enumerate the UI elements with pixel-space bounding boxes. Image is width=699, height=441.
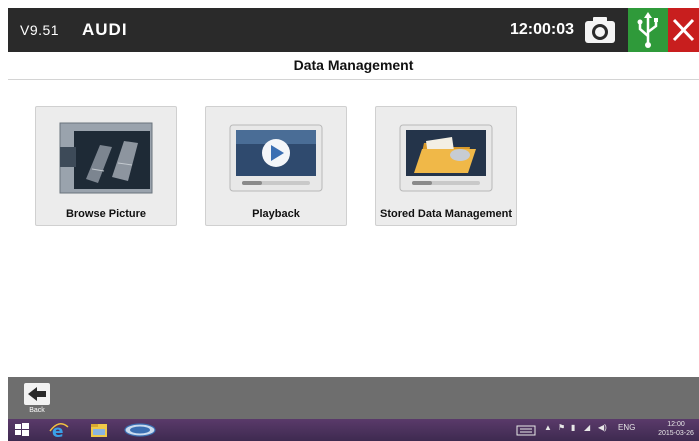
keyboard-button[interactable] — [515, 421, 537, 439]
battery-icon[interactable]: ▮ — [571, 423, 575, 432]
taskbar-clock[interactable]: 12:00 2015-03-26 — [656, 420, 696, 438]
browse-picture-tile[interactable]: Browse Picture — [35, 106, 177, 226]
folder-icon — [91, 424, 107, 437]
stored-data-management-tile[interactable]: Stored Data Management — [375, 106, 517, 226]
browse-picture-icon — [59, 122, 153, 194]
taskbar-date: 2015-03-26 — [658, 430, 694, 437]
page-title: Data Management — [293, 57, 414, 73]
back-button[interactable]: Back — [20, 380, 54, 416]
start-button[interactable] — [12, 421, 32, 439]
camera-icon — [585, 17, 615, 43]
close-button[interactable] — [668, 8, 699, 52]
internet-explorer-button[interactable]: e — [48, 421, 70, 441]
taskbar-time: 12:00 — [667, 421, 685, 428]
tray-expand-icon[interactable]: ▲ — [544, 423, 552, 432]
page-header: Data Management — [8, 52, 699, 80]
back-label: Back — [29, 407, 45, 414]
language-indicator[interactable]: ENG — [618, 423, 635, 432]
keyboard-icon — [516, 425, 536, 436]
file-explorer-button[interactable] — [88, 421, 110, 439]
action-center-icon[interactable]: ⚑ — [558, 423, 565, 432]
back-icon-box — [24, 383, 50, 405]
playback-tile[interactable]: Playback — [205, 106, 347, 226]
top-bar: V9.51 AUDI 12:00:03 — [8, 8, 699, 52]
close-icon — [672, 18, 695, 42]
internet-explorer-icon: e — [49, 422, 69, 441]
network-icon[interactable]: ◢ — [584, 423, 590, 432]
tile-label: Stored Data Management — [379, 208, 513, 220]
usb-button[interactable] — [628, 8, 668, 52]
diagnostic-app-button[interactable] — [122, 421, 158, 439]
windows-logo-icon — [15, 423, 29, 436]
bottom-bar — [8, 377, 699, 419]
usb-icon — [637, 12, 658, 48]
volume-icon[interactable]: ◀) — [598, 423, 607, 432]
vehicle-make-label: AUDI — [82, 20, 128, 39]
diagnostic-app-icon — [124, 423, 156, 437]
camera-button[interactable] — [582, 14, 618, 46]
tile-label: Browse Picture — [65, 208, 147, 220]
playback-icon — [229, 124, 323, 192]
stored-data-icon — [399, 124, 493, 192]
taskbar: e ▲ ⚑ ▮ ◢ ◀) ENG 12:00 2015-03-26 — [8, 419, 699, 441]
clock-label: 12:00:03 — [510, 21, 575, 38]
tile-label: Playback — [252, 208, 300, 220]
version-label: V9.51 — [20, 22, 60, 38]
back-arrow-icon — [28, 387, 46, 401]
